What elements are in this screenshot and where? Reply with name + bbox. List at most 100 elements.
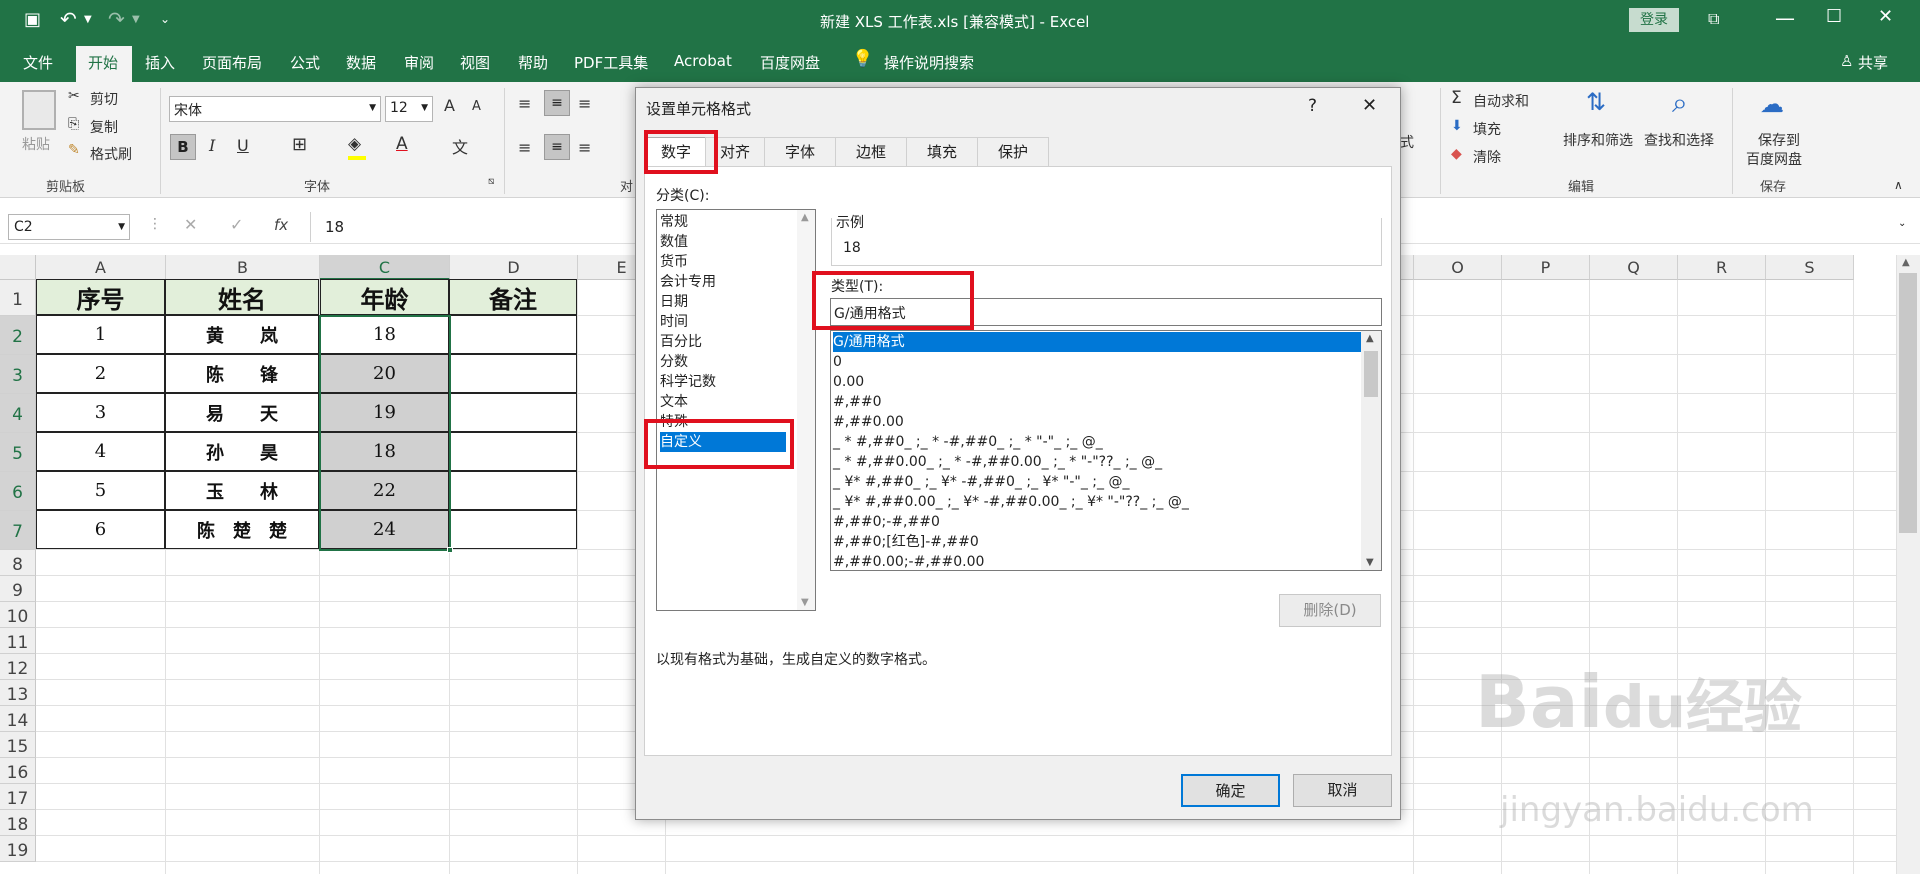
row-header-4[interactable]: 4 xyxy=(0,394,36,433)
row-header-1[interactable]: 1 xyxy=(0,280,36,316)
table-cell[interactable]: 4 xyxy=(36,432,165,471)
row-header-18[interactable]: 18 xyxy=(0,810,36,836)
table-cell[interactable] xyxy=(449,510,577,549)
scroll-thumb[interactable] xyxy=(1899,273,1917,533)
table-header-cell[interactable]: 备注 xyxy=(449,279,577,315)
table-cell[interactable]: 6 xyxy=(36,510,165,549)
login-button[interactable]: 登录 xyxy=(1629,8,1679,32)
tab-baidu-pan[interactable]: 百度网盘 xyxy=(760,52,820,73)
format-type-item[interactable]: _ ¥* #,##0_ ;_ ¥* -#,##0_ ;_ ¥* "-"_ ;_ … xyxy=(833,472,1134,492)
format-type-item[interactable]: _ * #,##0_ ;_ * -#,##0_ ;_ * "-"_ ;_ @_ xyxy=(833,432,1107,452)
row-header-5[interactable]: 5 xyxy=(0,433,36,472)
close-window-icon[interactable]: ✕ xyxy=(1878,6,1893,27)
find-select-button[interactable]: 查找和选择 xyxy=(1644,130,1714,150)
ok-button[interactable]: 确定 xyxy=(1181,774,1280,807)
format-type-item[interactable]: #,##0;[红色]-#,##0 xyxy=(833,532,979,552)
enter-icon[interactable]: ✓ xyxy=(230,215,243,234)
clear-button[interactable]: 清除 xyxy=(1473,147,1501,167)
baidu-pan-label[interactable]: 百度网盘 xyxy=(1746,149,1802,169)
column-header-O[interactable]: O xyxy=(1414,255,1502,280)
save-icon[interactable]: ▣ xyxy=(24,9,41,30)
table-cell[interactable]: 黄 岚 xyxy=(165,315,319,354)
format-type-item[interactable]: #,##0 xyxy=(833,392,882,412)
category-scrollbar[interactable]: ▲ ▼ xyxy=(797,210,815,610)
table-cell[interactable] xyxy=(449,393,577,432)
category-list[interactable]: 常规 数值 货币 会计专用 日期 时间 百分比 分数 科学记数 文本 特殊 自定义 ▲ ▼ xyxy=(656,209,816,611)
share-button[interactable]: 共享 xyxy=(1858,52,1888,73)
category-item[interactable]: 日期 xyxy=(660,292,688,312)
formula-input[interactable]: 18 xyxy=(325,218,344,236)
row-header-3[interactable]: 3 xyxy=(0,355,36,394)
collapse-ribbon-icon[interactable]: ∧ xyxy=(1894,178,1903,192)
insert-function-icon[interactable]: fx xyxy=(274,216,288,234)
tab-insert[interactable]: 插入 xyxy=(145,52,175,73)
scroll-up-icon[interactable]: ▲ xyxy=(1902,257,1910,268)
font-size-select[interactable]: 12 ▼ xyxy=(385,96,433,122)
format-type-item[interactable]: #,##0.00 xyxy=(833,412,904,432)
delete-button[interactable]: 删除(D) xyxy=(1279,594,1381,627)
format-type-item[interactable]: _ * #,##0.00_ ;_ * -#,##0.00_ ;_ * "-"??… xyxy=(833,452,1167,472)
category-item[interactable]: 会计专用 xyxy=(660,272,716,292)
column-header-R[interactable]: R xyxy=(1678,255,1766,280)
type-scrollbar[interactable]: ▲ ▼ xyxy=(1361,331,1381,570)
row-header-7[interactable]: 7 xyxy=(0,511,36,550)
tab-help[interactable]: 帮助 xyxy=(518,52,548,73)
borders-icon[interactable]: ⊞ xyxy=(292,134,307,155)
cancel-icon[interactable]: ✕ xyxy=(184,215,197,234)
scroll-up-icon[interactable]: ▲ xyxy=(801,212,809,223)
scroll-up-icon[interactable]: ▲ xyxy=(1366,333,1374,344)
row-header-6[interactable]: 6 xyxy=(0,472,36,511)
table-cell[interactable] xyxy=(449,354,577,393)
redo-icon[interactable]: ↷ xyxy=(108,7,125,31)
shrink-font-icon[interactable]: A xyxy=(472,99,481,114)
table-cell[interactable]: 3 xyxy=(36,393,165,432)
underline-button[interactable]: U xyxy=(237,136,249,155)
tell-me-search[interactable]: 操作说明搜索 xyxy=(884,52,974,73)
align-center-icon[interactable]: ≡ xyxy=(544,134,570,160)
row-header-10[interactable]: 10 xyxy=(0,602,36,628)
minimize-icon[interactable]: — xyxy=(1775,6,1795,30)
customize-toolbar-icon[interactable]: ⌄ xyxy=(160,12,170,26)
paste-button[interactable]: 粘贴 xyxy=(22,134,50,154)
table-cell[interactable]: 易 天 xyxy=(165,393,319,432)
column-header-C[interactable]: C xyxy=(320,255,450,280)
format-painter-button[interactable]: 格式刷 xyxy=(90,144,132,164)
category-item[interactable]: 数值 xyxy=(660,232,688,252)
row-header-11[interactable]: 11 xyxy=(0,628,36,654)
category-item[interactable]: 文本 xyxy=(660,392,688,412)
tab-page-layout[interactable]: 页面布局 xyxy=(202,52,262,73)
cell-styles-partial[interactable]: 式 xyxy=(1400,132,1414,152)
row-header-9[interactable]: 9 xyxy=(0,576,36,602)
row-header-2[interactable]: 2 xyxy=(0,316,36,355)
table-cell[interactable] xyxy=(449,432,577,471)
align-right-icon[interactable]: ≡ xyxy=(578,138,591,157)
fill-color-icon[interactable]: ◈ xyxy=(348,134,361,154)
table-cell[interactable] xyxy=(449,315,577,354)
format-type-item[interactable]: _ ¥* #,##0.00_ ;_ ¥* -#,##0.00_ ;_ ¥* "-… xyxy=(833,492,1193,512)
save-to-label[interactable]: 保存到 xyxy=(1758,130,1800,150)
table-cell[interactable]: 陈 锋 xyxy=(165,354,319,393)
ribbon-display-icon[interactable]: ⧉ xyxy=(1708,9,1719,29)
format-type-item[interactable]: #,##0;-#,##0 xyxy=(833,512,940,532)
tab-font[interactable]: 字体 xyxy=(764,137,836,167)
grow-font-icon[interactable]: A xyxy=(444,96,455,115)
scroll-down-icon[interactable]: ▼ xyxy=(1366,557,1374,568)
tab-file[interactable]: 文件 xyxy=(23,52,53,73)
table-cell[interactable]: 2 xyxy=(36,354,165,393)
maximize-icon[interactable]: ☐ xyxy=(1826,6,1842,27)
fill-button[interactable]: 填充 xyxy=(1473,119,1501,139)
italic-button[interactable]: I xyxy=(209,136,215,155)
category-item[interactable]: 分数 xyxy=(660,352,688,372)
sort-filter-button[interactable]: 排序和筛选 xyxy=(1563,130,1633,150)
format-type-item[interactable]: 0 xyxy=(833,352,842,372)
row-header-14[interactable]: 14 xyxy=(0,706,36,732)
column-header-P[interactable]: P xyxy=(1502,255,1590,280)
tab-acrobat[interactable]: Acrobat xyxy=(674,52,732,70)
category-item[interactable]: 百分比 xyxy=(660,332,702,352)
phonetic-icon[interactable]: 文 xyxy=(452,134,468,158)
copy-button[interactable]: 复制 xyxy=(90,117,118,137)
align-middle-icon[interactable]: ≡ xyxy=(544,90,570,116)
table-header-cell[interactable]: 序号 xyxy=(36,279,165,315)
table-header-cell[interactable]: 姓名 xyxy=(165,279,319,315)
row-header-15[interactable]: 15 xyxy=(0,732,36,758)
